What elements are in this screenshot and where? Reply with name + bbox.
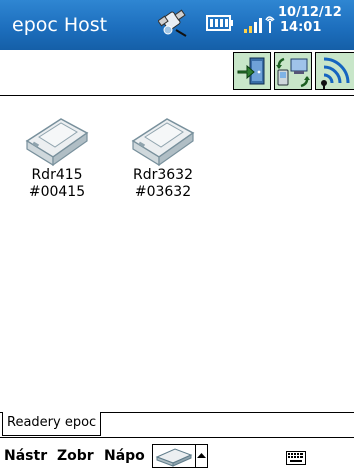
reader-menu-button[interactable] (152, 444, 196, 468)
sync-button[interactable] (274, 52, 312, 90)
menu-arrow-button[interactable] (196, 444, 208, 468)
clock[interactable]: 10/12/12 14:01 (278, 5, 350, 35)
reader-item[interactable]: Rdr415 #00415 (12, 111, 102, 201)
title-bar: epoc Host 10/12/12 14:01 (0, 0, 354, 50)
battery-icon[interactable] (206, 13, 234, 37)
keyboard-icon[interactable] (286, 450, 306, 469)
tab-strip: Readery epoc (0, 412, 354, 436)
reader-item[interactable]: Rdr3632 #03632 (118, 111, 208, 201)
menu-view[interactable]: Zobr (57, 448, 94, 464)
exit-button[interactable] (233, 52, 271, 90)
wireless-button[interactable] (315, 52, 354, 90)
signal-strength-icon[interactable] (242, 10, 276, 40)
reader-list: Rdr415 #00415 Rdr3632 #03632 (0, 97, 354, 412)
reader-device-icon (12, 111, 102, 167)
toolbar (0, 50, 354, 96)
app-title[interactable]: epoc Host (12, 14, 107, 36)
wireless-signal-icon (316, 57, 354, 89)
menu-bar: Nástr Zobr Nápo (0, 437, 354, 475)
sync-devices-icon (275, 57, 311, 89)
exit-door-icon (234, 57, 270, 89)
menu-help[interactable]: Nápo (104, 448, 145, 464)
reader-name: Rdr415 (31, 167, 83, 183)
reader-name: Rdr3632 (133, 167, 193, 183)
arrow-up-icon (196, 452, 207, 471)
reader-serial: #03632 (134, 184, 192, 200)
menu-tools[interactable]: Nástr (4, 448, 47, 464)
tab-readery-epoc[interactable]: Readery epoc (2, 412, 102, 436)
clock-date: 10/12/12 (278, 5, 342, 20)
clock-time: 14:01 (280, 20, 322, 35)
reader-serial: #00415 (28, 184, 86, 200)
reader-device-icon (118, 111, 208, 167)
reader-menu-icon (153, 448, 195, 471)
connectivity-icon[interactable] (157, 8, 190, 42)
